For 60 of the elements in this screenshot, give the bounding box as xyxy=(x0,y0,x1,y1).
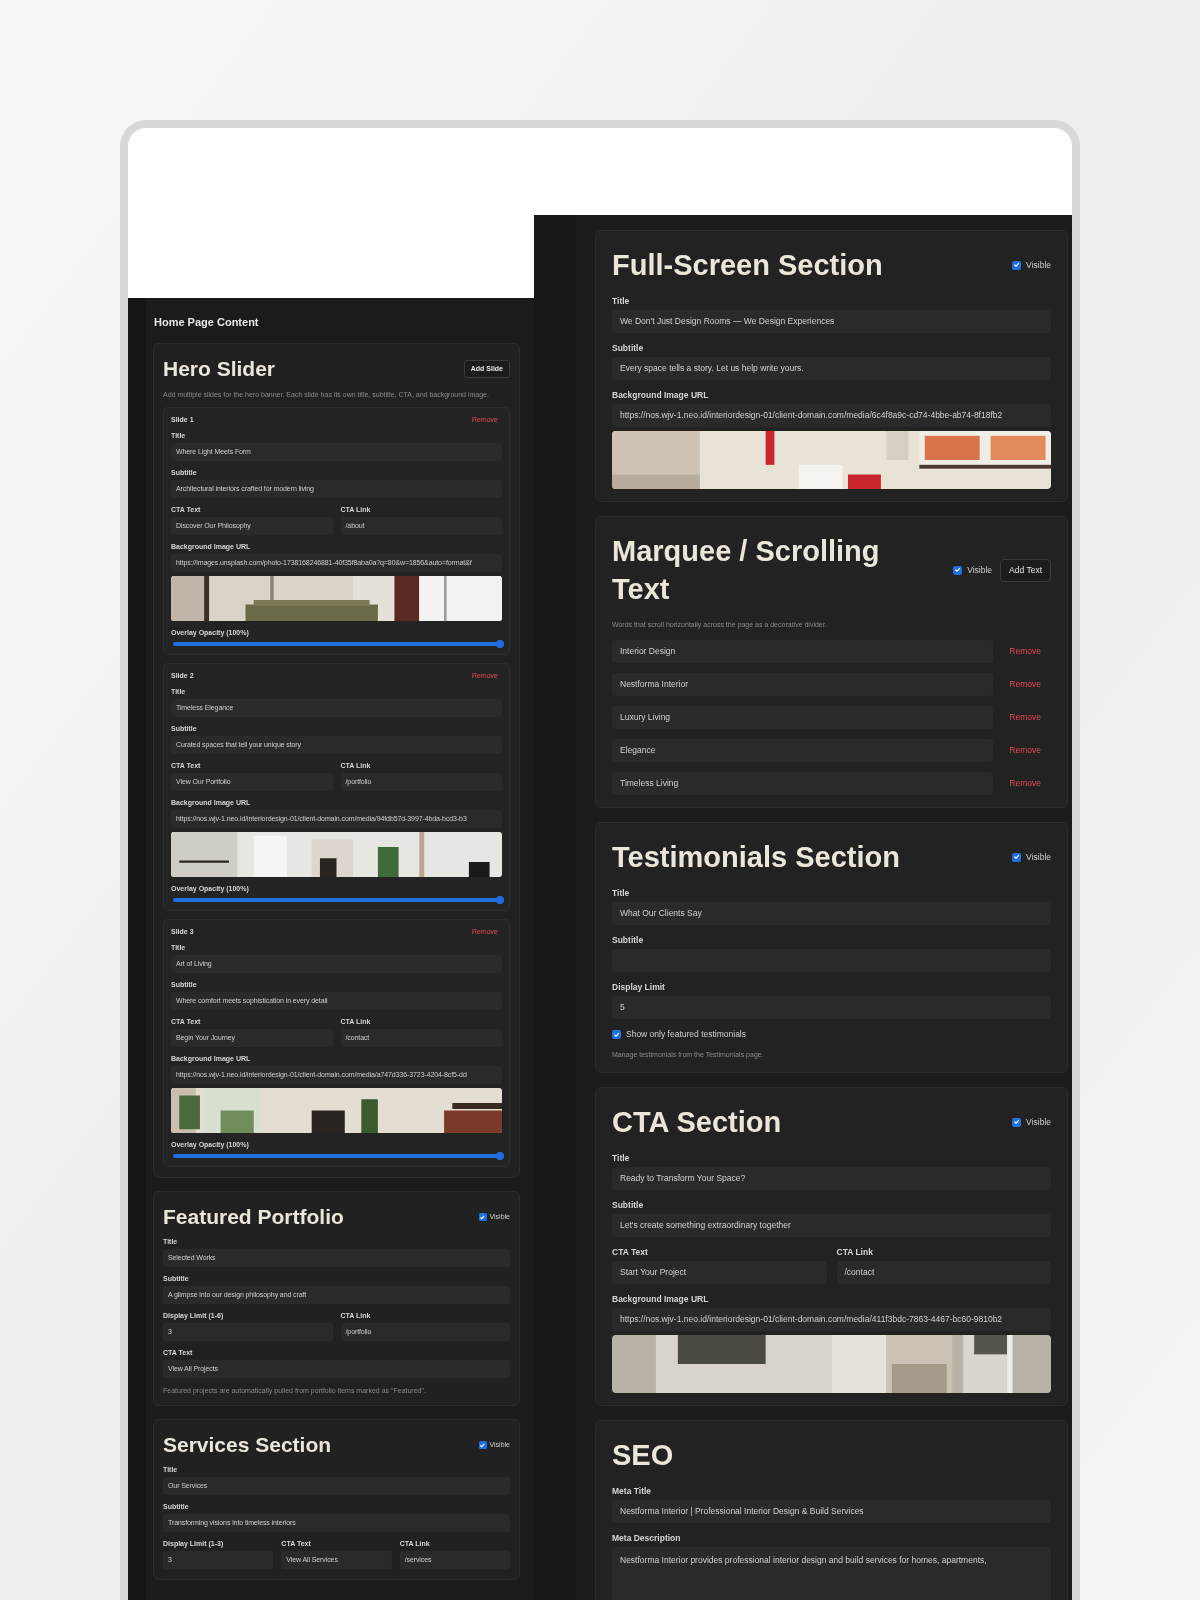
text-field[interactable]: Start Your Project xyxy=(612,1261,827,1284)
section-heading: CTA Section xyxy=(612,1105,782,1140)
field-label: CTA Text xyxy=(612,1247,649,1258)
field-label: Subtitle xyxy=(612,1200,645,1211)
section-heading: Hero Slider xyxy=(163,356,276,382)
slider-thumb[interactable] xyxy=(496,1152,504,1160)
checkbox-label: Show only featured testimonials xyxy=(626,1029,746,1040)
remove-button[interactable]: Remove xyxy=(999,646,1051,657)
slider-thumb[interactable] xyxy=(496,896,504,904)
text-field[interactable]: Every space tells a story. Let us help write yours. xyxy=(612,357,1051,380)
add-button[interactable]: Add Text xyxy=(1000,558,1051,582)
checkbox-label: Visible xyxy=(1026,259,1051,271)
text-field[interactable]: 5 xyxy=(612,996,1051,1019)
field-label: Title xyxy=(612,296,631,307)
text-field[interactable]: https://nos.wjv-1.neo.id/interiordesign-01/client-domain.com/media/411f3bdc-7863-4467-bc60-9810b2 xyxy=(612,1308,1051,1331)
field-label: Subtitle xyxy=(612,935,645,946)
text-field[interactable]: We Don't Just Design Rooms — We Design Experiences xyxy=(612,310,1051,333)
field-label: Subtitle xyxy=(612,343,645,354)
text-field[interactable]: Nestforma Interior xyxy=(612,673,994,696)
field-label: Meta Description xyxy=(612,1533,682,1544)
checkbox[interactable] xyxy=(953,565,963,575)
field-label: Display Limit xyxy=(612,982,666,993)
text-field[interactable]: Nestforma Interior | Professional Interior Design & Build Services xyxy=(612,1500,1051,1523)
section-heading: Featured Portfolio xyxy=(163,1204,344,1230)
text-field[interactable]: Luxury Living xyxy=(612,706,994,729)
section-heading: Full-Screen Section xyxy=(612,248,883,283)
section-heading: SEO xyxy=(612,1438,674,1473)
field-label: Background Image URL xyxy=(612,390,710,401)
text-field[interactable]: Interior Design xyxy=(612,640,994,663)
text-field[interactable]: Elegance xyxy=(612,739,994,762)
text-field[interactable]: Ready to Transform Your Space? xyxy=(612,1167,1051,1190)
text-area[interactable]: Nestforma Interior provides professional interior design and build services for homes, apartments, xyxy=(612,1547,1051,1600)
checkbox[interactable] xyxy=(1012,260,1022,270)
text-field[interactable]: Timeless Living xyxy=(612,772,994,795)
field-label: Meta Title xyxy=(612,1486,653,1497)
text-field[interactable]: Let's create something extraordinary together xyxy=(612,1214,1051,1237)
remove-button[interactable]: Remove xyxy=(999,712,1051,723)
checkbox[interactable] xyxy=(1012,852,1022,862)
field-label: Title xyxy=(612,1153,631,1164)
remove-button[interactable]: Remove xyxy=(999,778,1051,789)
section-heading: Services Section xyxy=(163,1432,332,1458)
checkbox-label: Visible xyxy=(967,564,993,576)
remove-button[interactable]: Remove xyxy=(999,745,1051,756)
text-field[interactable]: https://nos.wjv-1.neo.id/interiordesign-01/client-domain.com/media/6c4f8a9c-cd74-4bbe-ab74-8f18fb2 xyxy=(612,404,1051,427)
checkbox-label: Visible xyxy=(1026,851,1051,863)
remove-button[interactable]: Remove xyxy=(999,679,1051,690)
checkbox[interactable] xyxy=(1012,1117,1022,1127)
field-label: Background Image URL xyxy=(612,1294,710,1305)
slider-thumb[interactable] xyxy=(496,640,504,648)
checkbox[interactable] xyxy=(478,1441,487,1449)
section-heading: Marquee / Scrolling Text xyxy=(612,534,881,607)
text-field[interactable]: /contact xyxy=(836,1261,1051,1284)
page-title: Home Page Content xyxy=(154,315,260,329)
section-heading: Testimonials Section xyxy=(612,840,900,875)
text-field[interactable]: What Our Clients Say xyxy=(612,902,1051,925)
checkbox[interactable] xyxy=(612,1030,621,1039)
checkbox[interactable] xyxy=(478,1213,487,1221)
field-label: CTA Link xyxy=(836,1247,874,1258)
field-label: Title xyxy=(612,888,631,899)
checkbox-label: Visible xyxy=(1026,1116,1051,1128)
